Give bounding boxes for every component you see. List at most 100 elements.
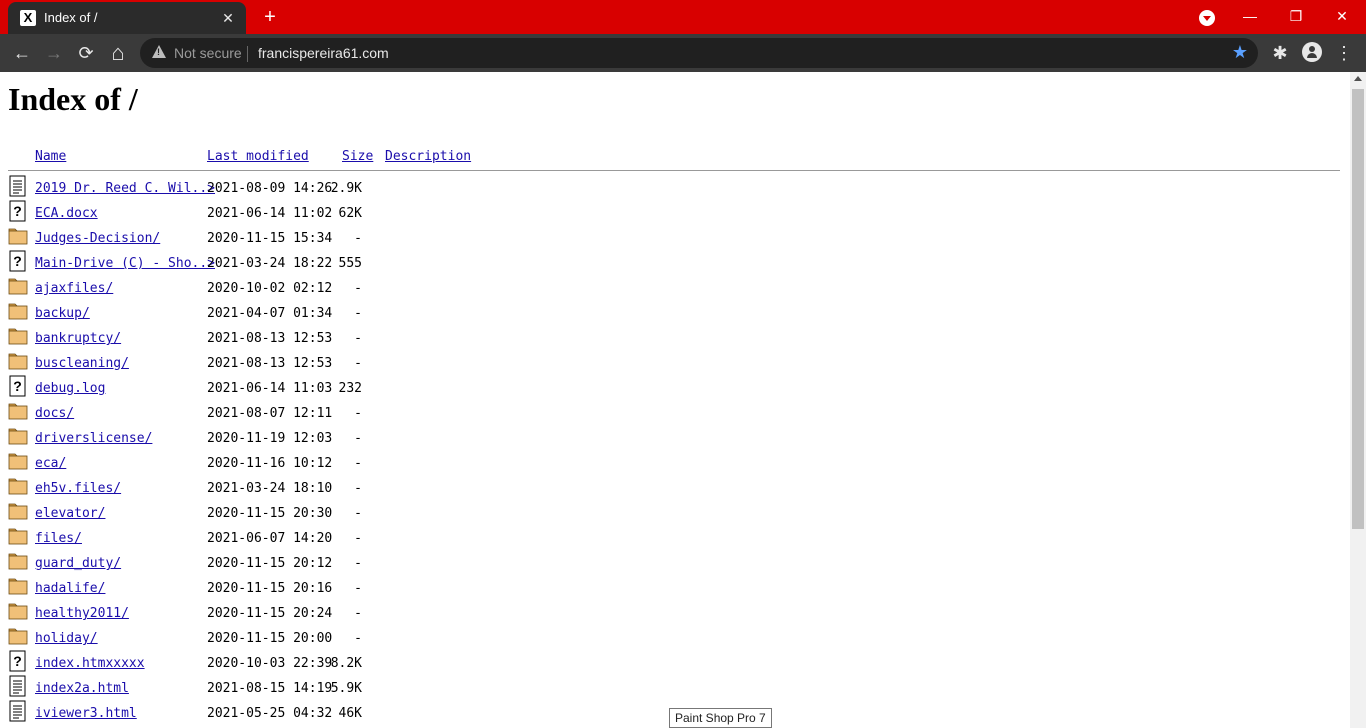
- tab-close-icon[interactable]: ✕: [218, 8, 238, 28]
- file-name-link[interactable]: holiday/: [35, 631, 98, 646]
- size-cell: -: [354, 356, 362, 371]
- extensions-icon[interactable]: ✱: [1268, 41, 1292, 65]
- last-modified-cell: 2021-08-13 12:53: [207, 331, 333, 346]
- last-modified-cell: 2021-06-07 14:20: [207, 531, 333, 546]
- reload-icon[interactable]: ⟳: [74, 41, 98, 65]
- last-modified-cell: 2021-03-24 18:10: [207, 481, 333, 496]
- last-modified-cell: 2020-11-16 10:12: [207, 456, 333, 471]
- size-cell: -: [354, 556, 362, 571]
- column-header-size[interactable]: Size: [342, 149, 373, 164]
- header-divider: [8, 170, 1340, 171]
- size-cell: -: [354, 606, 362, 621]
- last-modified-cell: 2021-06-14 11:03: [207, 381, 333, 396]
- file-name-link[interactable]: ECA.docx: [35, 206, 98, 221]
- last-modified-cell: 2020-11-15 20:12: [207, 556, 333, 571]
- file-name-link[interactable]: eca/: [35, 456, 66, 471]
- new-tab-button[interactable]: +: [258, 6, 282, 28]
- forward-icon[interactable]: →: [42, 41, 66, 65]
- size-cell: -: [354, 306, 362, 321]
- size-cell: 232: [338, 381, 362, 396]
- sort-by-description-link[interactable]: Description: [385, 149, 471, 164]
- scroll-up-arrow-icon[interactable]: [1354, 76, 1362, 81]
- file-name-link[interactable]: bankruptcy/: [35, 331, 121, 346]
- last-modified-cell: 2021-08-07 12:11: [207, 406, 333, 421]
- file-name-link[interactable]: driverslicense/: [35, 431, 152, 446]
- tab-strip: X Index of / ✕ + — ❐ ✕: [0, 0, 1366, 34]
- svg-text:?: ?: [13, 653, 22, 669]
- file-name-link[interactable]: elevator/: [35, 506, 105, 521]
- page-content: Index of / Name Last modified Size Descr…: [0, 72, 1350, 728]
- size-cell: 555: [338, 256, 362, 271]
- profile-avatar-icon[interactable]: [1302, 42, 1322, 62]
- back-icon[interactable]: ←: [10, 41, 34, 65]
- last-modified-cell: 2020-11-15 20:30: [207, 506, 333, 521]
- vertical-scrollbar[interactable]: [1350, 72, 1366, 728]
- restore-button[interactable]: ❐: [1276, 2, 1316, 30]
- sort-by-name-link[interactable]: Name: [35, 149, 66, 164]
- site-favicon-icon: X: [20, 10, 36, 26]
- file-name-link[interactable]: backup/: [35, 306, 90, 321]
- file-name-link[interactable]: buscleaning/: [35, 356, 129, 371]
- url-text[interactable]: francispereira61.com: [258, 45, 389, 61]
- size-cell: 8.2K: [330, 656, 362, 671]
- file-name-link[interactable]: Main-Drive (C) - Sho..>: [35, 256, 215, 271]
- last-modified-cell: 2020-10-02 02:12: [207, 281, 333, 296]
- size-cell: 46K: [338, 706, 362, 721]
- last-modified-cell: 2021-04-07 01:34: [207, 306, 333, 321]
- svg-text:?: ?: [13, 203, 22, 219]
- last-modified-cell: 2020-10-03 22:39: [207, 656, 333, 671]
- tooltip: Paint Shop Pro 7: [669, 708, 772, 728]
- file-name-link[interactable]: Judges-Decision/: [35, 231, 160, 246]
- file-name-link[interactable]: files/: [35, 531, 82, 546]
- size-cell: -: [354, 331, 362, 346]
- column-header-description[interactable]: Description: [385, 149, 471, 164]
- file-name-link[interactable]: 2019 Dr. Reed C. Wil..>: [35, 181, 215, 196]
- file-name-link[interactable]: healthy2011/: [35, 606, 129, 621]
- file-name-link[interactable]: hadalife/: [35, 581, 105, 596]
- size-cell: -: [354, 406, 362, 421]
- page-title: Index of /: [8, 81, 138, 117]
- file-name-link[interactable]: guard_duty/: [35, 556, 121, 571]
- file-name-link[interactable]: eh5v.files/: [35, 481, 121, 496]
- file-name-link[interactable]: index.htmxxxxx: [35, 656, 145, 671]
- size-cell: -: [354, 281, 362, 296]
- tab-index-of[interactable]: X Index of / ✕: [8, 2, 246, 34]
- column-header-modified[interactable]: Last modified: [207, 149, 309, 164]
- scrollbar-thumb[interactable]: [1352, 89, 1364, 529]
- minimize-button[interactable]: —: [1230, 2, 1270, 30]
- file-name-link[interactable]: iviewer3.html: [35, 706, 137, 721]
- last-modified-cell: 2020-11-15 20:00: [207, 631, 333, 646]
- column-header-name[interactable]: Name: [35, 149, 66, 164]
- home-icon[interactable]: ⌂: [106, 41, 130, 65]
- size-cell: -: [354, 456, 362, 471]
- address-separator: [247, 46, 248, 62]
- close-window-button[interactable]: ✕: [1322, 2, 1362, 30]
- last-modified-cell: 2021-08-09 14:26: [207, 181, 333, 196]
- last-modified-cell: 2021-03-24 18:22: [207, 256, 333, 271]
- size-cell: 2.9K: [330, 181, 362, 196]
- file-name-link[interactable]: ajaxfiles/: [35, 281, 113, 296]
- size-cell: -: [354, 431, 362, 446]
- file-name-link[interactable]: docs/: [35, 406, 74, 421]
- last-modified-cell: 2020-11-15 15:34: [207, 231, 333, 246]
- last-modified-cell: 2021-06-14 11:02: [207, 206, 333, 221]
- sort-by-size-link[interactable]: Size: [342, 149, 373, 164]
- last-modified-cell: 2021-08-13 12:53: [207, 356, 333, 371]
- last-modified-cell: 2020-11-19 12:03: [207, 431, 333, 446]
- security-label[interactable]: Not secure: [174, 45, 242, 61]
- file-name-link[interactable]: debug.log: [35, 381, 105, 396]
- warning-icon[interactable]: [152, 45, 166, 58]
- last-modified-cell: 2020-11-15 20:16: [207, 581, 333, 596]
- menu-icon[interactable]: ⋮: [1332, 41, 1356, 65]
- last-modified-cell: 2021-05-25 04:32: [207, 706, 333, 721]
- last-modified-cell: 2020-11-15 20:24: [207, 606, 333, 621]
- chrome-profile-menu-icon[interactable]: [1199, 10, 1215, 26]
- size-cell: -: [354, 481, 362, 496]
- size-cell: 62K: [338, 206, 362, 221]
- size-cell: -: [354, 581, 362, 596]
- svg-text:?: ?: [13, 253, 22, 269]
- bookmark-star-icon[interactable]: ★: [1232, 42, 1248, 63]
- sort-by-modified-link[interactable]: Last modified: [207, 149, 309, 164]
- file-name-link[interactable]: index2a.html: [35, 681, 129, 696]
- address-bar[interactable]: Not secure francispereira61.com ★: [140, 38, 1258, 68]
